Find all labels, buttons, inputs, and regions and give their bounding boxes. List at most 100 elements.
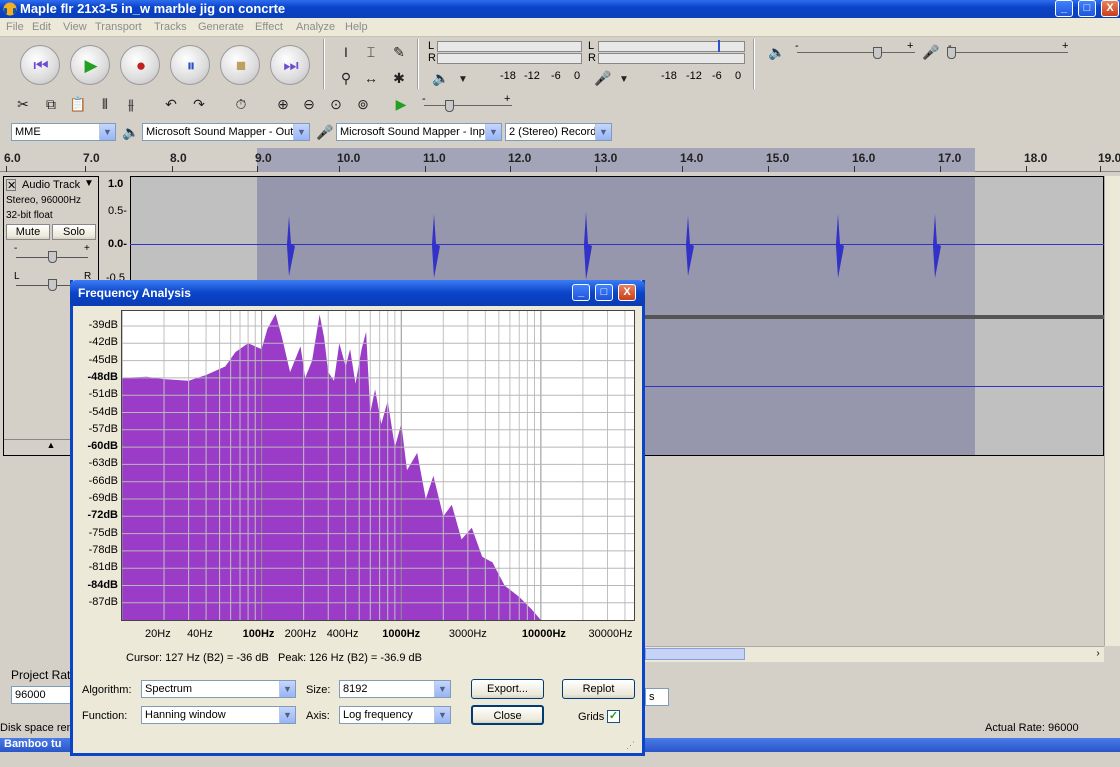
function-value: Hanning window	[145, 709, 226, 721]
window-title: Maple flr 21x3-5 in_w marble jig on conc…	[20, 1, 286, 16]
grids-checkbox[interactable]: ✓	[607, 710, 620, 723]
draw-tool-icon[interactable]: ✎	[388, 41, 410, 63]
pan-left-label: L	[14, 271, 20, 282]
taskbar-item[interactable]: Bamboo tu	[4, 738, 61, 750]
play-meter-left-label: L	[428, 40, 435, 52]
scroll-right-icon[interactable]: ›	[1092, 648, 1104, 660]
menu-edit[interactable]: Edit	[32, 21, 51, 33]
output-slider-minus: -	[795, 40, 799, 52]
paste-icon[interactable]: 📋	[67, 93, 89, 115]
speaker-icon[interactable]: 🔈	[430, 67, 452, 89]
menu-help[interactable]: Help	[345, 21, 368, 33]
minimize-button[interactable]: _	[1055, 0, 1073, 17]
dialog-maximize-button[interactable]: □	[595, 284, 613, 301]
solo-button[interactable]: Solo	[52, 224, 96, 240]
rec-meter-menu-icon[interactable]: ▼	[613, 69, 635, 91]
fit-selection-icon[interactable]: ⊙	[325, 93, 347, 115]
pause-button[interactable]: ⏸	[170, 45, 210, 85]
resize-grip-icon[interactable]: ⋰	[626, 740, 638, 752]
rec-meter-right	[598, 53, 745, 64]
y-axis-label: -48dB	[87, 370, 118, 383]
algorithm-select[interactable]: Spectrum ▼	[141, 680, 296, 698]
menu-transport[interactable]: Transport	[95, 21, 142, 33]
copy-icon[interactable]: ⧉	[40, 93, 62, 115]
track-name[interactable]: Audio Track	[22, 179, 80, 191]
gain-thumb[interactable]	[48, 251, 57, 263]
x-axis-label: 10000Hz	[521, 628, 566, 640]
menu-file[interactable]: File	[6, 21, 24, 33]
menu-effect[interactable]: Effect	[255, 21, 283, 33]
redo-icon[interactable]: ↷	[188, 93, 210, 115]
output-device-select[interactable]: Microsoft Sound Mapper - Outp ▼	[142, 123, 310, 141]
menu-generate[interactable]: Generate	[198, 21, 244, 33]
zoom-tool-icon[interactable]: ⚲	[335, 67, 357, 89]
track-menu-icon[interactable]: ▼	[84, 178, 94, 189]
skip-start-button[interactable]: ⏮	[20, 45, 60, 85]
vertical-scrollbar[interactable]	[1104, 176, 1120, 646]
input-device-select[interactable]: Microsoft Sound Mapper - Inpu ▼	[336, 123, 502, 141]
menu-view[interactable]: View	[63, 21, 87, 33]
menu-tracks[interactable]: Tracks	[154, 21, 187, 33]
trim-icon[interactable]: ⫴	[94, 93, 116, 115]
mute-button[interactable]: Mute	[6, 224, 50, 240]
snap-unit-select[interactable]: s	[645, 688, 669, 706]
cut-icon[interactable]: ✂	[12, 93, 34, 115]
close-track-icon[interactable]: ✕	[6, 179, 16, 192]
export-button[interactable]: Export...	[471, 679, 544, 699]
record-button[interactable]: ●	[120, 45, 160, 85]
function-select[interactable]: Hanning window ▼	[141, 706, 296, 724]
play-meter-menu-icon[interactable]: ▼	[452, 69, 474, 91]
selection-tool-icon[interactable]: I	[335, 41, 357, 63]
close-button[interactable]: X	[1101, 0, 1119, 17]
menu-analyze[interactable]: Analyze	[296, 21, 335, 33]
size-select[interactable]: 8192 ▼	[339, 680, 451, 698]
x-axis-label: 400Hz	[326, 628, 359, 640]
replot-button[interactable]: Replot	[562, 679, 635, 699]
microphone-icon[interactable]: 🎤	[592, 67, 614, 89]
close-dialog-button[interactable]: Close	[471, 705, 544, 725]
undo-icon[interactable]: ↶	[160, 93, 182, 115]
stop-button[interactable]: ■	[220, 45, 260, 85]
project-rate-select[interactable]: 96000	[11, 686, 71, 704]
dialog-close-button[interactable]: X	[618, 284, 636, 301]
vscale-0-5: 0.5-	[108, 205, 127, 217]
toolbar-area: ⏮ ▶ ● ⏸ ■ ⏭ I ⌶ ✎ ⚲ ↔ ✱ L R L R 🔈 ▼ -18 …	[0, 37, 1120, 147]
channels-select[interactable]: 2 (Stereo) Record ▼	[505, 123, 612, 141]
output-volume-icon: 🔈	[768, 44, 786, 60]
pan-thumb[interactable]	[48, 279, 57, 291]
zoom-in-icon[interactable]: ⊕	[272, 93, 294, 115]
host-select[interactable]: MME ▼	[11, 123, 116, 141]
axis-label: Axis:	[306, 710, 330, 722]
output-volume-thumb[interactable]	[873, 47, 882, 59]
maximize-button[interactable]: □	[1078, 0, 1096, 17]
track-bit-depth: 32-bit float	[6, 210, 53, 221]
axis-select[interactable]: Log frequency ▼	[339, 706, 451, 724]
zoom-out-icon[interactable]: ⊖	[298, 93, 320, 115]
output-slider-plus: +	[907, 40, 914, 52]
horizontal-scrollbar-thumb[interactable]	[645, 648, 745, 660]
record-icon: ●	[135, 56, 147, 75]
play-at-speed-icon[interactable]: ▶	[390, 93, 412, 115]
play-speed-thumb[interactable]	[445, 100, 454, 112]
output-volume-slider[interactable]	[797, 52, 915, 53]
skip-end-icon: ⏭	[283, 56, 299, 75]
sync-lock-icon[interactable]: ⏱	[230, 93, 252, 115]
envelope-tool-icon[interactable]: ⌶	[360, 41, 382, 63]
dialog-minimize-button[interactable]: _	[572, 284, 590, 301]
multi-tool-icon[interactable]: ✱	[388, 67, 410, 89]
y-axis-label: -75dB	[88, 526, 118, 539]
play-meter-left	[437, 41, 582, 52]
ruler-label: 15.0	[766, 151, 790, 165]
play-speed-slider[interactable]	[424, 105, 512, 106]
actual-rate-status: Actual Rate: 96000	[985, 722, 1079, 734]
output-device-value: Microsoft Sound Mapper - Outp	[146, 126, 300, 138]
time-shift-tool-icon[interactable]: ↔	[360, 67, 382, 89]
silence-icon[interactable]: ⫵	[120, 93, 142, 115]
fit-project-icon[interactable]: ⊚	[352, 93, 374, 115]
play-button[interactable]: ▶	[70, 45, 110, 85]
input-volume-slider[interactable]	[950, 52, 1068, 53]
skip-end-button[interactable]: ⏭	[270, 45, 310, 85]
input-volume-thumb[interactable]	[947, 47, 956, 59]
rec-meter-left	[598, 41, 745, 52]
spectrum-plot[interactable]	[121, 310, 635, 621]
